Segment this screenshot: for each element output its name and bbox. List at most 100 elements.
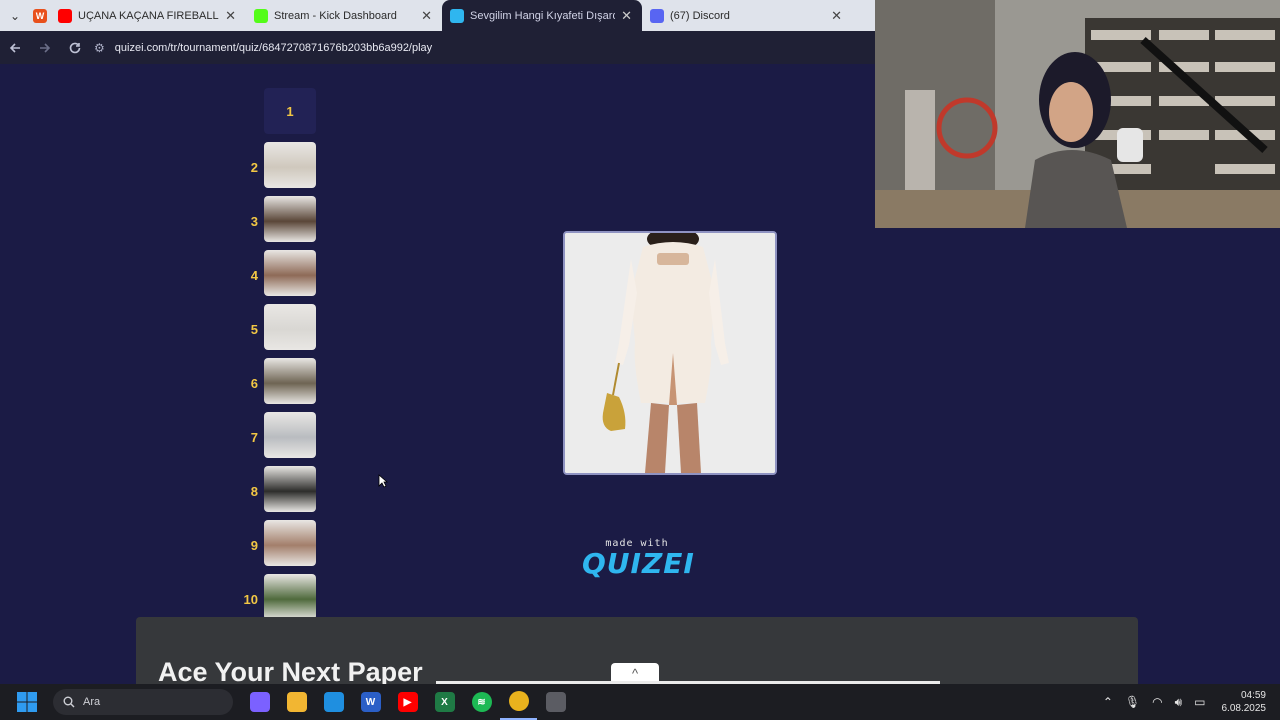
start-button[interactable] xyxy=(9,684,45,720)
spotify-icon: ≋ xyxy=(471,692,492,712)
rank-row: 7 xyxy=(230,412,330,466)
youtube-icon xyxy=(58,8,72,23)
back-button[interactable] xyxy=(0,31,30,64)
browser-tab-strip: ⌄ W UÇANA KAÇANA FIREBALLI | M✕Stream - … xyxy=(0,0,876,31)
reload-button[interactable] xyxy=(60,31,90,64)
copilot-icon xyxy=(249,692,270,712)
rank-thumbnail[interactable] xyxy=(264,142,316,188)
taskbar-app[interactable] xyxy=(537,684,574,720)
taskbar-app[interactable]: X xyxy=(426,684,463,720)
taskbar-app[interactable]: ≋ xyxy=(463,684,500,720)
wifi-icon[interactable]: ◠ xyxy=(1152,695,1162,709)
url-text: quizei.com/tr/tournament/quiz/6847270871… xyxy=(114,41,433,54)
rank-thumbnail[interactable] xyxy=(264,574,316,620)
clock-date: 6.08.2025 xyxy=(1221,703,1267,714)
rank-row: 5 xyxy=(230,304,330,358)
rank-number: 9 xyxy=(250,538,258,553)
volume-icon[interactable]: 🔊︎ xyxy=(1175,695,1183,710)
rank-number: 5 xyxy=(250,322,258,337)
selected-outfit-image[interactable] xyxy=(563,231,777,475)
rank-row: 2 xyxy=(230,142,330,196)
clock[interactable]: 04:59 6.08.2025 xyxy=(1222,689,1267,715)
rank-number: 7 xyxy=(250,430,258,445)
clock-time: 04:59 xyxy=(1240,690,1266,701)
rank-number: 2 xyxy=(250,160,258,175)
address-bar[interactable]: ⚙ quizei.com/tr/tournament/quiz/68472708… xyxy=(94,35,854,61)
taskbar-app[interactable] xyxy=(500,684,537,720)
webcam-feed xyxy=(875,0,1280,228)
tab-title: Sevgilim Hangi Kıyafeti Dışarda xyxy=(470,9,616,22)
rank-row: 4 xyxy=(230,250,330,304)
advertisement-banner[interactable]: Ace Your Next Paper ^ xyxy=(136,617,1138,687)
tab-title: UÇANA KAÇANA FIREBALLI | M xyxy=(78,9,220,22)
file-explorer-icon xyxy=(286,692,307,712)
pinned-tab[interactable]: W xyxy=(30,0,50,31)
browser-tab[interactable]: (67) Discord ✕ xyxy=(642,0,852,31)
rank-thumbnail[interactable] xyxy=(264,466,316,512)
kick-icon xyxy=(254,8,268,23)
rank-row: 1 xyxy=(230,88,330,142)
rank-number: 6 xyxy=(250,376,258,391)
browser-tab[interactable]: UÇANA KAÇANA FIREBALLI | M ✕ xyxy=(50,0,246,31)
windows-taskbar: Ara W ▶ X ≋ ⌃ 🎙︎ ◠ 🔊︎ ▭ 04:59 6.08.2025 xyxy=(0,684,1280,720)
settings-icon xyxy=(545,692,566,712)
taskbar-app[interactable] xyxy=(241,684,278,720)
taskbar-search[interactable]: Ara xyxy=(53,689,233,715)
rank-row: 9 xyxy=(230,520,330,574)
site-info-icon[interactable]: ⚙ xyxy=(94,41,105,55)
browser-tab[interactable]: Stream - Kick Dashboard ✕ xyxy=(246,0,442,31)
quizei-logo: QUIZEI xyxy=(582,547,695,580)
edge-icon xyxy=(323,692,344,712)
rank-thumbnail[interactable] xyxy=(264,412,316,458)
chevron-up-icon[interactable]: ⌃ xyxy=(1103,695,1113,709)
close-icon[interactable]: ✕ xyxy=(831,8,842,24)
rank-thumbnail[interactable] xyxy=(264,304,316,350)
rank-number: 3 xyxy=(250,214,258,229)
search-label: Ara xyxy=(83,696,101,708)
rank-row: 8 xyxy=(230,466,330,520)
browser-tab[interactable]: Sevgilim Hangi Kıyafeti Dışarda ✕ xyxy=(442,0,642,31)
taskbar-app[interactable] xyxy=(278,684,315,720)
excel-icon: X xyxy=(434,692,455,712)
rank-thumbnail[interactable] xyxy=(264,520,316,566)
outfit-photo xyxy=(565,233,775,473)
rank-row: 6 xyxy=(230,358,330,412)
rank-thumbnail[interactable] xyxy=(264,250,316,296)
battery-icon[interactable]: ▭ xyxy=(1194,695,1205,709)
tab-search-button[interactable]: ⌄ xyxy=(0,0,30,31)
w-icon: W xyxy=(33,8,47,23)
close-icon[interactable]: ✕ xyxy=(225,8,236,24)
chevron-up-icon: ^ xyxy=(631,666,639,681)
tab-title: (67) Discord xyxy=(670,9,730,22)
taskbar-app[interactable]: W xyxy=(352,684,389,720)
quizei-branding[interactable]: made with QUIZEI xyxy=(582,538,695,580)
quizei-icon xyxy=(450,8,464,23)
webcam-overlay xyxy=(875,0,1280,228)
close-icon[interactable]: ✕ xyxy=(621,8,632,24)
tab-title: Stream - Kick Dashboard xyxy=(274,9,397,22)
youtube-icon: ▶ xyxy=(397,692,418,712)
rank-number: 10 xyxy=(243,592,258,607)
rank-row: 3 xyxy=(230,196,330,250)
forward-arrow-icon xyxy=(40,42,51,53)
back-arrow-icon xyxy=(9,42,20,53)
rank-thumbnail[interactable] xyxy=(264,358,316,404)
rank-slot-empty: 1 xyxy=(264,88,316,134)
mouse-cursor-icon xyxy=(378,474,388,488)
taskbar-app[interactable] xyxy=(315,684,352,720)
discord-icon xyxy=(650,8,664,23)
rank-number: 8 xyxy=(250,484,258,499)
forward-button[interactable] xyxy=(30,31,60,64)
rank-thumbnail[interactable] xyxy=(264,196,316,242)
chrome-icon xyxy=(508,691,529,711)
taskbar-app[interactable]: ▶ xyxy=(389,684,426,720)
ranking-list: 1 2 3 4 5 6 7 8 9 10 xyxy=(230,88,330,628)
close-icon[interactable]: ✕ xyxy=(421,8,432,24)
browser-toolbar: ⚙ quizei.com/tr/tournament/quiz/68472708… xyxy=(0,31,876,64)
word-icon: W xyxy=(360,692,381,712)
microphone-icon[interactable]: 🎙︎ xyxy=(1125,695,1140,709)
reload-icon xyxy=(69,42,81,53)
windows-logo-icon xyxy=(17,692,37,712)
search-icon xyxy=(63,696,75,708)
system-tray: ⌃ 🎙︎ ◠ 🔊︎ ▭ 04:59 6.08.2025 xyxy=(1097,684,1266,720)
